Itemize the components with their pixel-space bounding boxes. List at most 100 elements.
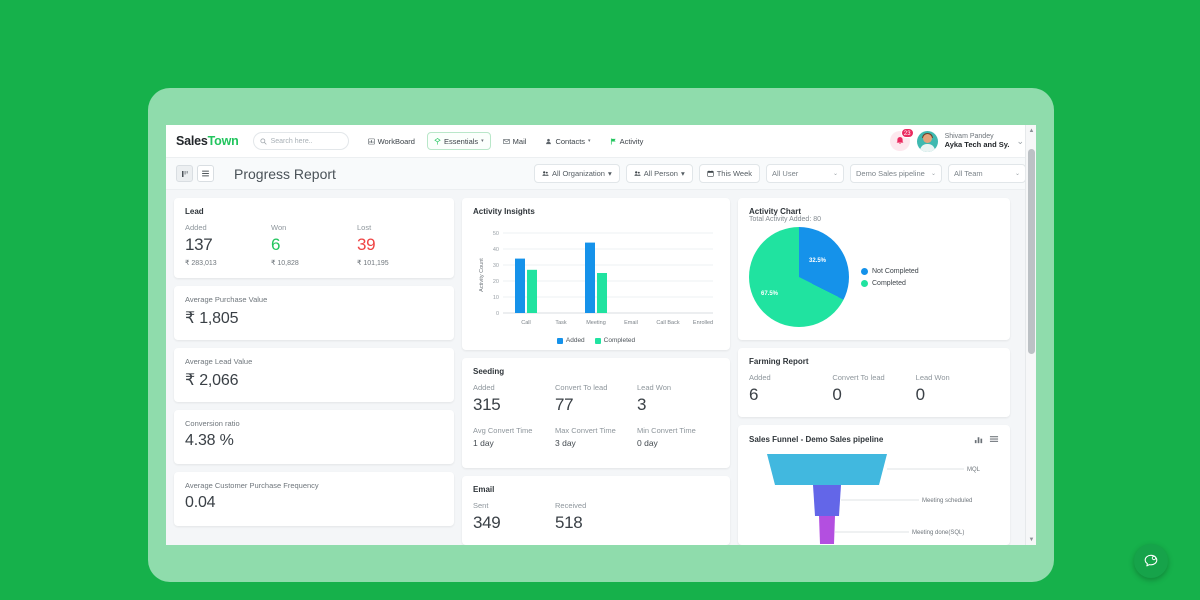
scroll-up-arrow-icon[interactable]: ▲ xyxy=(1026,125,1036,136)
filter-all-organization[interactable]: All Organization ▾ xyxy=(534,164,620,183)
avatar[interactable] xyxy=(916,130,938,152)
pie-label-completed: 67.5% xyxy=(761,291,779,297)
activity-insights-chart: 50 40 30 20 10 0 Activity Count Call Tas… xyxy=(473,223,719,335)
filter-label: All Person xyxy=(643,169,678,178)
metric-label: Lead Won xyxy=(915,373,950,383)
chevron-down-icon: ▾ xyxy=(607,169,612,178)
list-view-button[interactable] xyxy=(197,165,214,182)
select-all-user[interactable]: All User ⌄ xyxy=(766,164,844,183)
app-viewport: SalesTown Search here.. WorkBoard Essent… xyxy=(166,125,1036,545)
bar-chart-svg: 50 40 30 20 10 0 Activity Count Call Tas… xyxy=(479,231,713,326)
average-customer-purchase-frequency-card: Average Customer Purchase Frequency 0.04 xyxy=(174,472,454,526)
seeding-card-title: Seeding xyxy=(473,367,505,376)
kanban-view-button[interactable] xyxy=(176,165,193,182)
nav-item-workboard[interactable]: WorkBoard xyxy=(361,132,422,150)
funnel-chart-svg: MQL Meeting scheduled Meeting done(SQL) xyxy=(767,454,981,544)
chat-support-button[interactable] xyxy=(1134,544,1168,578)
metric-label: Won xyxy=(271,223,287,232)
conversion-ratio-card: Conversion ratio 4.38 % xyxy=(174,410,454,464)
metric-amount: ₹ 283,013 xyxy=(185,260,217,267)
nav-menu: WorkBoard Essentials ▾ Mail Contacts ▾ A… xyxy=(361,132,651,150)
farming-added: Added 6 xyxy=(749,373,832,405)
lead-metric-added: Added 137 ₹ 283,013 xyxy=(185,223,271,267)
scroll-down-arrow-icon[interactable]: ▼ xyxy=(1026,534,1036,545)
contacts-icon xyxy=(546,138,552,144)
seeding-convert-to-lead: Convert To lead 77 xyxy=(555,383,637,415)
metric-value: 0 day xyxy=(637,438,658,448)
user-company: Ayka Tech and Sy. xyxy=(944,139,1010,149)
navbar-right: 23 Shivam Pandey Ayka Tech and Sy. ⌄ xyxy=(889,128,1026,152)
logo-text-primary: Sales xyxy=(176,134,208,148)
chevron-down-icon: ⌄ xyxy=(832,171,838,177)
farming-card-title: Farming Report xyxy=(749,357,809,367)
card-label: Average Purchase Value xyxy=(185,295,268,304)
search-placeholder: Search here.. xyxy=(270,137,313,145)
activity-insights-card: Activity Insights 50 40 30 20 10 0 Activ… xyxy=(462,198,730,350)
notifications-button[interactable]: 23 xyxy=(889,128,914,151)
nav-item-mail[interactable]: Mail xyxy=(496,132,534,150)
filter-date-range[interactable]: This Week xyxy=(698,164,760,183)
filter-all-person[interactable]: All Person ▾ xyxy=(625,164,693,183)
seeding-max-convert-time: Max Convert Time 3 day xyxy=(555,426,637,448)
metric-label: Min Convert Time xyxy=(637,426,696,435)
funnel-segment-meeting-scheduled xyxy=(813,485,841,516)
page-title: Progress Report xyxy=(234,165,336,182)
nav-item-label: Essentials xyxy=(443,136,479,146)
chat-bubble-icon xyxy=(1144,554,1158,567)
user-info[interactable]: Shivam Pandey Ayka Tech and Sy. xyxy=(945,133,1010,150)
legend-swatch-completed xyxy=(594,337,601,344)
select-all-team[interactable]: All Team ⌄ xyxy=(948,164,1026,183)
app-logo[interactable]: SalesTown xyxy=(176,134,239,148)
vertical-scrollbar[interactable]: ▲ ▼ xyxy=(1025,125,1036,545)
filter-label: All Organization xyxy=(552,169,605,178)
card-value: 0.04 xyxy=(185,494,216,511)
activity-chart-card: Activity Chart Total Activity Added: 80 … xyxy=(738,198,1010,341)
nav-item-label: WorkBoard xyxy=(377,136,415,146)
select-pipeline[interactable]: Demo Sales pipeline ⌄ xyxy=(850,164,942,183)
select-value: All User xyxy=(772,169,799,178)
funnel-header-icons xyxy=(974,434,999,444)
nav-item-essentials[interactable]: Essentials ▾ xyxy=(426,132,491,150)
sales-funnel-chart: MQL Meeting scheduled Meeting done(SQL) xyxy=(749,452,999,545)
sales-funnel-card: Sales Funnel - Demo Sales pipeline MQL M… xyxy=(738,425,1010,545)
nav-item-label: Mail xyxy=(512,136,527,146)
legend-label: Completed xyxy=(603,337,636,344)
lead-card-title: Lead xyxy=(185,207,204,216)
card-value: ₹ 2,066 xyxy=(185,372,239,389)
activity-pie-chart: 32.5% 67.5% xyxy=(749,227,849,327)
metric-value: 39 xyxy=(357,235,376,254)
user-menu-chevron-down-icon[interactable]: ⌄ xyxy=(1016,136,1024,147)
lead-metrics: Added 137 ₹ 283,013 Won 6 ₹ 10,828 Lost xyxy=(185,223,443,267)
metric-label: Sent xyxy=(473,501,489,511)
column-left: Lead Added 137 ₹ 283,013 Won 6 ₹ 10,828 xyxy=(174,198,454,545)
svg-text:Meeting: Meeting xyxy=(586,320,606,326)
metric-amount: ₹ 101,195 xyxy=(357,260,389,267)
metric-label: Lost xyxy=(357,223,372,232)
metric-label: Received xyxy=(555,501,587,511)
top-navbar: SalesTown Search here.. WorkBoard Essent… xyxy=(166,125,1036,158)
bar-chart-icon[interactable] xyxy=(974,435,983,444)
pie-legend-completed: Completed xyxy=(861,279,919,287)
activity-chart-title: Activity Chart xyxy=(749,207,802,216)
metric-amount: ₹ 10,828 xyxy=(271,260,299,267)
email-sent: Sent 349 xyxy=(473,501,555,533)
metric-label: Avg Convert Time xyxy=(473,426,533,435)
activity-insights-legend: Added Completed xyxy=(473,337,719,344)
nav-item-activity[interactable]: Activity xyxy=(603,132,651,150)
hamburger-menu-icon[interactable] xyxy=(989,434,999,444)
view-toggle-group xyxy=(176,165,214,182)
scrollbar-thumb[interactable] xyxy=(1028,149,1035,354)
metric-value: 1 day xyxy=(473,438,494,448)
farming-report-card: Farming Report Added 6 Convert To lead 0 xyxy=(738,348,1010,417)
svg-text:Meeting scheduled: Meeting scheduled xyxy=(922,498,972,504)
metric-label: Added xyxy=(473,383,495,392)
search-input[interactable]: Search here.. xyxy=(252,132,349,150)
farming-metrics: Added 6 Convert To lead 0 Lead Won 0 xyxy=(749,373,999,405)
email-card-title: Email xyxy=(473,485,495,495)
metric-label: Added xyxy=(185,223,207,232)
svg-text:40: 40 xyxy=(493,247,499,253)
search-icon xyxy=(260,137,267,145)
nav-item-contacts[interactable]: Contacts ▾ xyxy=(538,132,597,150)
nav-item-label: Contacts xyxy=(555,136,586,146)
avatar-body xyxy=(919,143,935,152)
